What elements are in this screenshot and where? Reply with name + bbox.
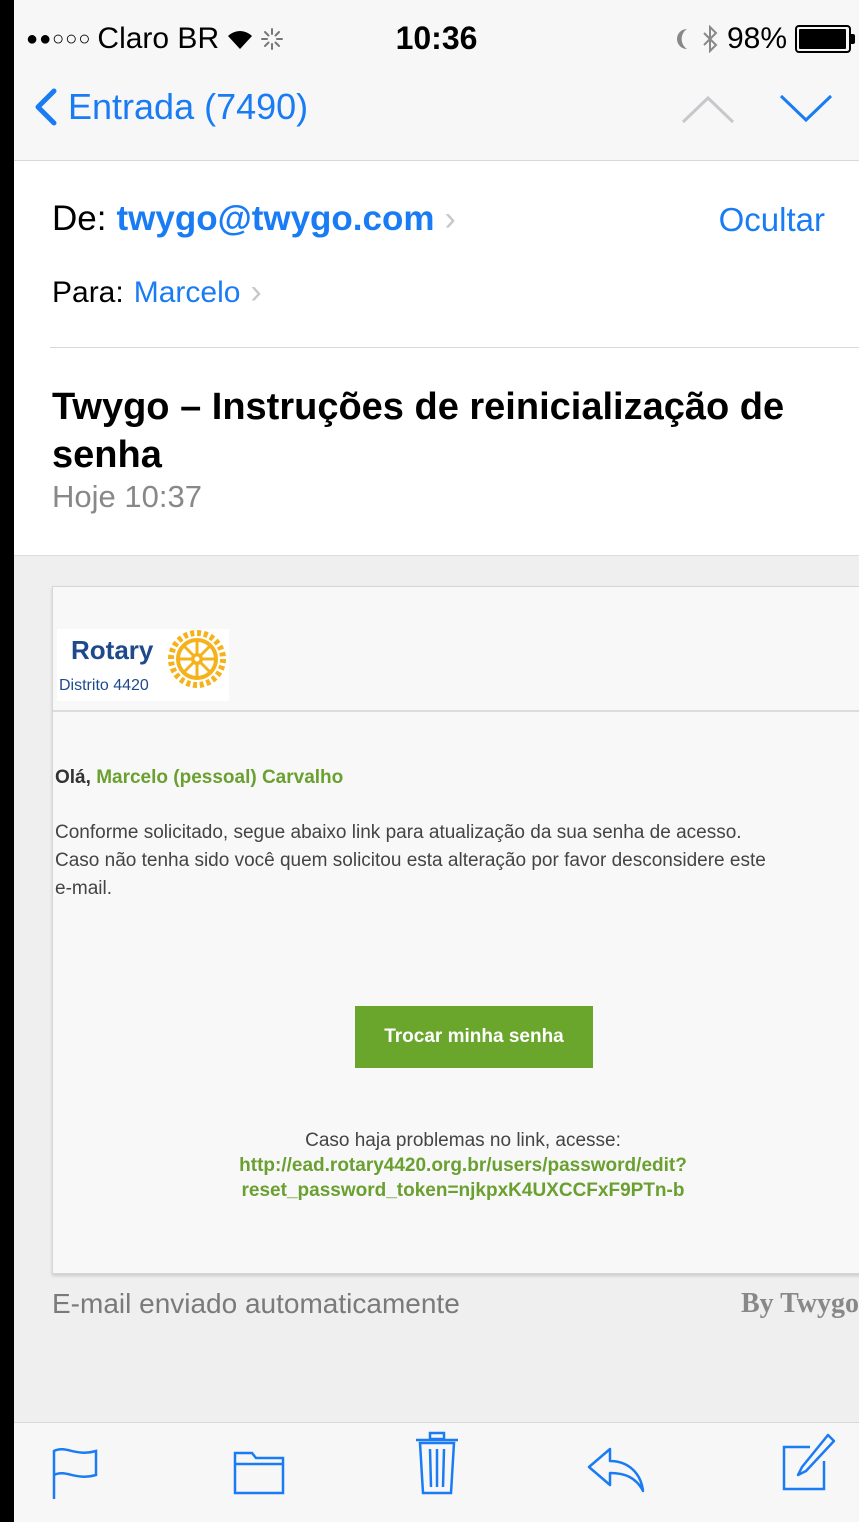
email-card: Rotary Distrito 4420 Olá, Marcelo (pesso… xyxy=(52,586,859,1274)
bottom-toolbar xyxy=(14,1422,859,1522)
rotary-wheel-icon xyxy=(168,630,226,688)
header-divider xyxy=(50,347,859,348)
help-text: Caso haja problemas no link, acesse: xyxy=(305,1130,621,1151)
back-button[interactable]: Entrada (7490) xyxy=(34,86,308,128)
paragraph-line: e-mail. xyxy=(55,878,113,899)
moon-icon xyxy=(676,29,687,49)
paragraph-line: Conforme solicitado, segue abaixo link p… xyxy=(55,822,742,843)
reset-link-line1[interactable]: http://ead.rotary4420.org.br/users/passw… xyxy=(53,1153,859,1178)
message-date: Hoje 10:37 xyxy=(52,479,202,514)
back-label: Entrada (7490) xyxy=(68,86,309,127)
logo-district: Distrito 4420 xyxy=(59,677,149,694)
footer-brand: By Twygo xyxy=(741,1288,859,1319)
email-paragraph: Conforme solicitado, segue abaixo link p… xyxy=(55,819,859,903)
rotary-logo: Rotary Distrito 4420 xyxy=(57,629,229,701)
nav-bar: Entrada (7490) xyxy=(14,80,859,161)
change-password-button[interactable]: Trocar minha senha xyxy=(355,1006,593,1068)
message-header: De: twygo@twygo.com › Ocultar Para: Marc… xyxy=(14,161,859,556)
to-label: Para: xyxy=(52,275,124,309)
paragraph-line: Caso não tenha sido você quem solicitou … xyxy=(55,850,766,871)
email-banner: Rotary Distrito 4420 xyxy=(53,587,859,712)
greeting: Olá, Marcelo (pessoal) Carvalho xyxy=(55,767,343,789)
greeting-prefix: Olá, xyxy=(55,767,91,788)
folder-icon[interactable] xyxy=(232,1445,286,1497)
from-address[interactable]: twygo@twygo.com xyxy=(116,199,434,239)
message-subject: Twygo – Instruções de reinicialização de… xyxy=(52,386,785,476)
message-body: Rotary Distrito 4420 Olá, Marcelo (pesso… xyxy=(14,556,859,1422)
mail-screen: ●●○○○ Claro BR 10:36 98% Entrada (7490) … xyxy=(14,0,859,1522)
chevron-right-icon: › xyxy=(444,199,456,238)
to-row: Para: Marcelo › xyxy=(52,273,262,312)
from-row: De: twygo@twygo.com › xyxy=(52,199,456,239)
chevron-right-icon: › xyxy=(250,273,262,311)
help-text-block: Caso haja problemas no link, acesse: htt… xyxy=(53,1128,859,1203)
reply-icon[interactable] xyxy=(586,1445,646,1495)
bluetooth-icon xyxy=(703,25,718,53)
battery-percent: 98% xyxy=(726,22,787,55)
hide-details-button[interactable]: Ocultar xyxy=(719,201,825,239)
from-label: De: xyxy=(52,199,107,238)
greeting-name: Marcelo (pessoal) Carvalho xyxy=(96,767,344,788)
flag-icon[interactable] xyxy=(50,1445,100,1501)
footer-note: E-mail enviado automaticamente xyxy=(52,1288,460,1319)
status-right: 98% xyxy=(673,22,855,56)
logo-brand: Rotary xyxy=(71,635,154,665)
previous-message-button[interactable] xyxy=(681,94,735,124)
chevron-left-icon xyxy=(35,88,57,126)
message-navigation xyxy=(681,94,833,124)
trash-icon[interactable] xyxy=(414,1431,460,1495)
status-bar: ●●○○○ Claro BR 10:36 98% xyxy=(14,0,859,80)
next-message-button[interactable] xyxy=(779,94,833,124)
battery-icon xyxy=(795,25,855,53)
compose-icon[interactable] xyxy=(780,1433,836,1493)
reset-link-line2[interactable]: reset_password_token=njkpxK4UXCCFxF9PTn-… xyxy=(53,1178,859,1203)
to-recipient[interactable]: Marcelo xyxy=(134,276,241,310)
